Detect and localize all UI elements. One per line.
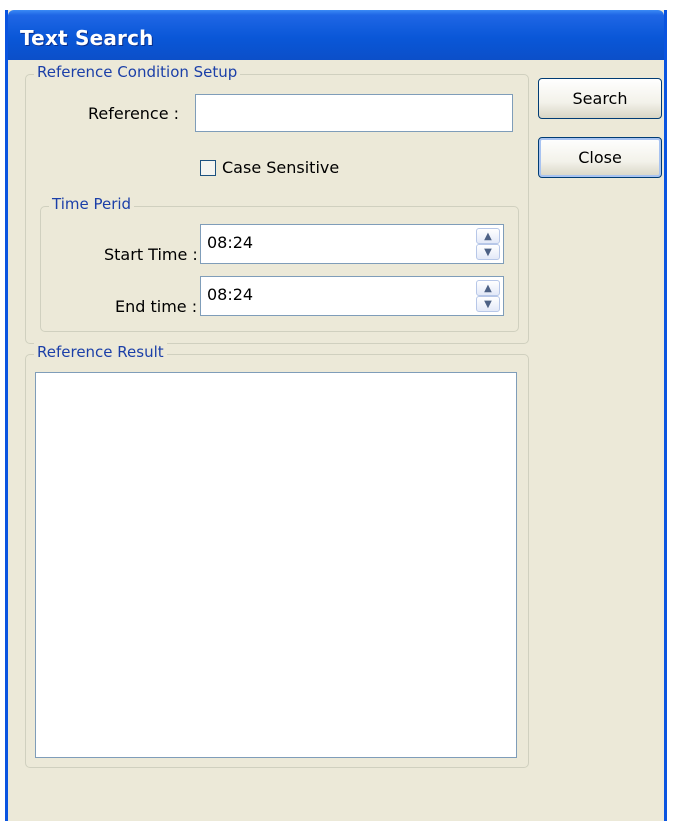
spin-up-icon[interactable]: ▲ bbox=[476, 280, 500, 296]
text-search-window: Text Search Reference Condition Setup Re… bbox=[5, 10, 667, 821]
spin-down-icon[interactable]: ▼ bbox=[476, 244, 500, 260]
close-button[interactable]: Close bbox=[538, 137, 662, 178]
spin-down-icon[interactable]: ▼ bbox=[476, 296, 500, 312]
end-time-spinner: ▲ ▼ bbox=[476, 280, 500, 312]
start-time-label: Start Time : bbox=[104, 245, 198, 264]
start-time-spinner: ▲ ▼ bbox=[476, 228, 500, 260]
window-title: Text Search bbox=[20, 26, 154, 50]
time-period-legend: Time Perid bbox=[49, 195, 135, 213]
title-bar[interactable]: Text Search bbox=[8, 10, 664, 60]
reference-result-legend: Reference Result bbox=[34, 343, 167, 361]
start-time-value: 08:24 bbox=[207, 233, 254, 252]
case-sensitive-checkbox[interactable] bbox=[200, 160, 216, 176]
start-time-field[interactable]: 08:24 ▲ ▼ bbox=[200, 224, 504, 264]
reference-condition-legend: Reference Condition Setup bbox=[34, 63, 241, 81]
reference-label: Reference : bbox=[88, 104, 180, 123]
end-time-field[interactable]: 08:24 ▲ ▼ bbox=[200, 276, 504, 316]
spin-up-icon[interactable]: ▲ bbox=[476, 228, 500, 244]
case-sensitive-label[interactable]: Case Sensitive bbox=[222, 158, 339, 177]
search-button[interactable]: Search bbox=[538, 78, 662, 119]
end-time-label: End time : bbox=[115, 297, 198, 316]
reference-result-list[interactable] bbox=[35, 372, 517, 758]
reference-input[interactable] bbox=[195, 94, 513, 132]
end-time-value: 08:24 bbox=[207, 285, 254, 304]
